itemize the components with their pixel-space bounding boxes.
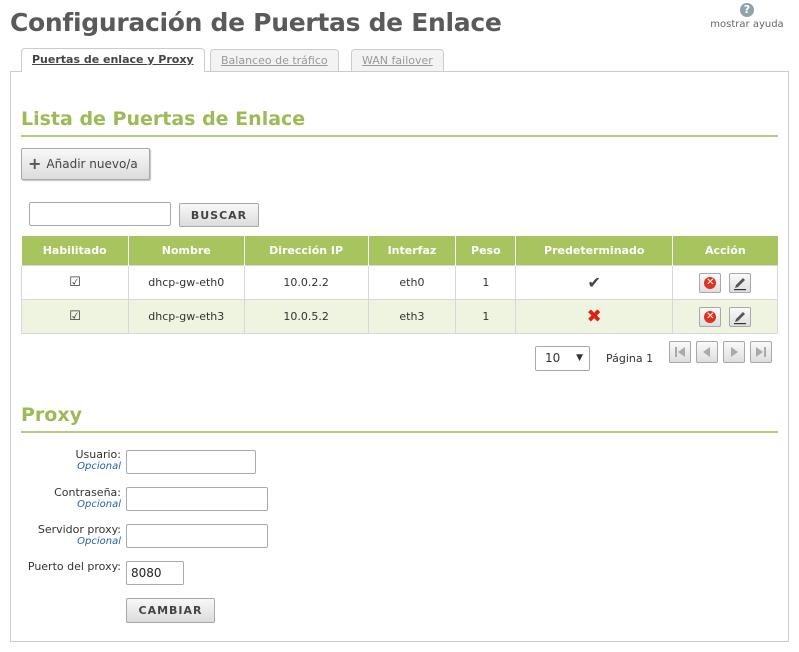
password-optional-hint: Opcional <box>77 499 121 510</box>
last-page-button[interactable] <box>750 341 772 363</box>
proxy-server-label: Servidor proxy: <box>37 523 121 536</box>
gateways-table: Habilitado Nombre Dirección IP Interfaz … <box>21 236 778 334</box>
dropdown-arrow-icon: ▼ <box>576 353 583 363</box>
first-page-button[interactable] <box>669 341 691 363</box>
delete-circle-icon: ✕ <box>704 276 717 289</box>
next-page-button[interactable] <box>723 341 745 363</box>
proxy-server-input[interactable] <box>126 524 268 548</box>
port-label-group: Puerto del proxy: <box>0 560 121 573</box>
action-cell: ✕ <box>672 299 778 334</box>
password-label: Contraseña: <box>54 486 121 499</box>
gateways-section-rule <box>21 135 778 137</box>
enabled-check-icon[interactable]: ☑ <box>69 309 81 324</box>
server-label-group: Servidor proxy: Opcional <box>0 523 121 547</box>
user-input[interactable] <box>126 450 256 474</box>
next-page-icon <box>731 347 738 357</box>
proxy-section-rule <box>21 431 778 433</box>
first-page-icon <box>675 347 685 357</box>
name-cell: dhcp-gw-eth0 <box>127 265 245 300</box>
enabled-check-icon[interactable]: ☑ <box>69 275 81 290</box>
user-label-group: Usuario: Opcional <box>0 448 121 472</box>
change-button[interactable]: CAMBIAR <box>126 598 215 623</box>
search-input[interactable] <box>29 202 171 226</box>
column-header-ip[interactable]: Dirección IP <box>243 236 368 266</box>
tab-traffic-balancing[interactable]: Balanceo de tráfico <box>210 49 339 71</box>
interface-cell: eth3 <box>367 299 457 334</box>
page-size-select[interactable]: 10 ▼ <box>535 346 590 371</box>
enabled-cell: ☑ <box>21 265 129 300</box>
ip-cell: 10.0.5.2 <box>243 299 369 334</box>
user-label: Usuario: <box>75 448 121 461</box>
password-label-group: Contraseña: Opcional <box>0 486 121 510</box>
user-optional-hint: Opcional <box>77 461 121 472</box>
table-header-row: Habilitado Nombre Dirección IP Interfaz … <box>21 236 778 266</box>
edit-button[interactable] <box>728 272 751 293</box>
pencil-icon <box>733 277 746 290</box>
previous-page-button[interactable] <box>696 341 718 363</box>
interface-cell: eth0 <box>367 265 457 300</box>
delete-button[interactable]: ✕ <box>699 272 722 293</box>
column-header-action: Acción <box>672 236 778 266</box>
delete-button[interactable]: ✕ <box>699 306 722 327</box>
column-header-default[interactable]: Predeterminado <box>515 236 673 266</box>
column-header-name[interactable]: Nombre <box>127 236 245 266</box>
proxy-port-input[interactable] <box>126 561 184 585</box>
password-input[interactable] <box>126 487 268 511</box>
help-link[interactable]: ? mostrar ayuda <box>707 3 787 30</box>
name-cell: dhcp-gw-eth3 <box>127 299 245 334</box>
proxy-section-title: Proxy <box>21 404 82 426</box>
column-header-weight[interactable]: Peso <box>455 236 516 266</box>
default-cell: ✔ <box>515 265 674 300</box>
tab-wan-failover[interactable]: WAN failover <box>351 49 444 71</box>
page-size-value: 10 <box>545 351 561 365</box>
table-row: ☑ dhcp-gw-eth3 10.0.5.2 eth3 1 ✖ ✕ <box>21 299 778 334</box>
ip-cell: 10.0.2.2 <box>243 265 369 300</box>
cross-icon[interactable]: ✖ <box>587 306 602 327</box>
checkmark-icon: ✔ <box>587 273 601 292</box>
enabled-cell: ☑ <box>21 299 129 334</box>
table-row: ☑ dhcp-gw-eth0 10.0.2.2 eth0 1 ✔ ✕ <box>21 265 778 300</box>
plus-icon: + <box>28 154 42 173</box>
help-label: mostrar ayuda <box>710 19 784 30</box>
edit-button[interactable] <box>728 306 751 327</box>
last-page-icon <box>756 347 766 357</box>
page-indicator: Página 1 <box>606 352 654 365</box>
page-title: Configuración de Puertas de Enlace <box>10 8 502 37</box>
add-gateway-button[interactable]: + Añadir nuevo/a <box>21 148 150 180</box>
column-header-interface[interactable]: Interfaz <box>367 236 456 266</box>
weight-cell: 1 <box>455 299 517 334</box>
pencil-icon <box>733 311 746 324</box>
proxy-port-label: Puerto del proxy: <box>27 560 121 573</box>
search-button[interactable]: BUSCAR <box>179 203 259 227</box>
proxy-server-optional-hint: Opcional <box>77 536 121 547</box>
default-cell: ✖ <box>515 299 674 334</box>
tab-gateways-proxy[interactable]: Puertas de enlace y Proxy <box>21 48 205 72</box>
column-header-enabled[interactable]: Habilitado <box>21 236 129 266</box>
action-cell: ✕ <box>672 265 778 300</box>
delete-circle-icon: ✕ <box>704 310 717 323</box>
question-circle-icon: ? <box>740 3 754 17</box>
add-gateway-label: Añadir nuevo/a <box>46 157 138 171</box>
previous-page-icon <box>703 347 710 357</box>
gateways-section-title: Lista de Puertas de Enlace <box>21 108 306 130</box>
weight-cell: 1 <box>455 265 517 300</box>
